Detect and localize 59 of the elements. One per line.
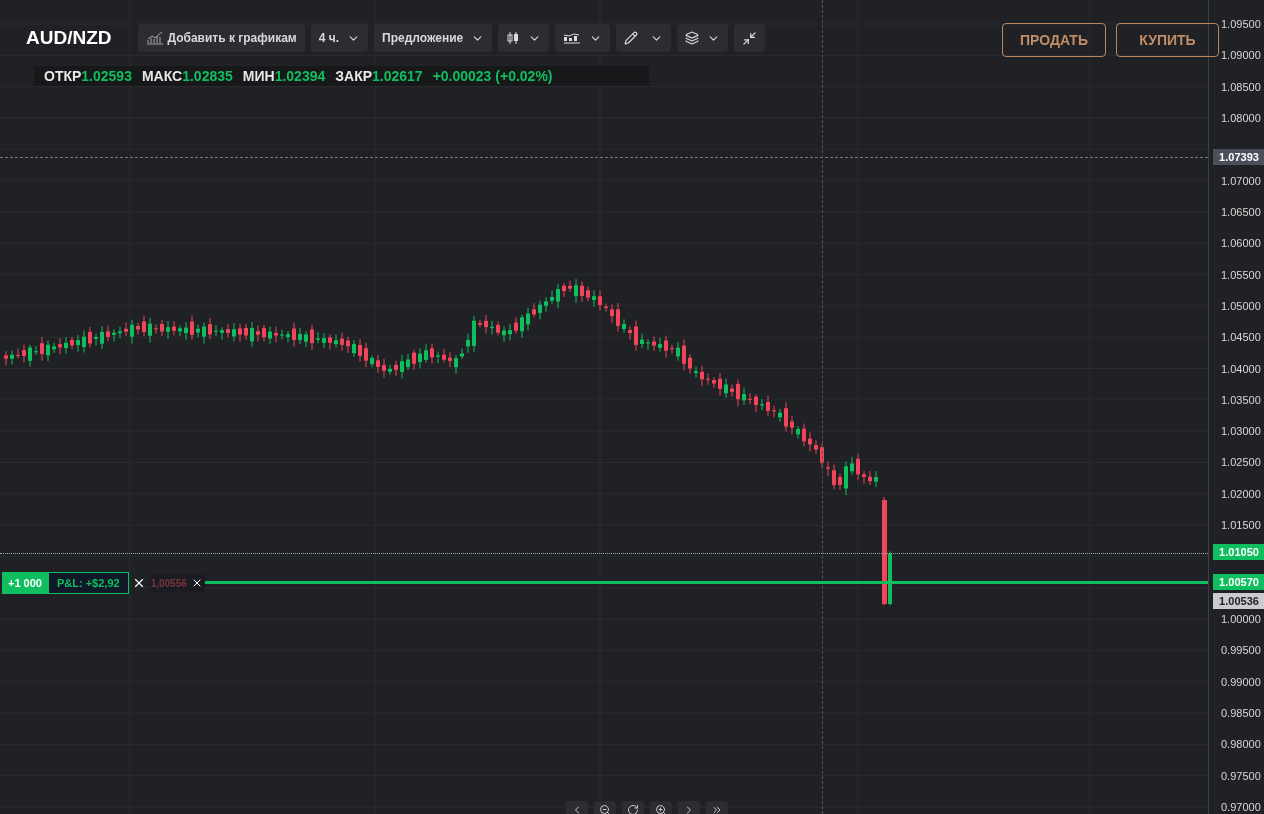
- price-label: 1.04500: [1221, 332, 1261, 344]
- price-label: 0.99000: [1221, 676, 1261, 688]
- price-label: 0.99500: [1221, 645, 1261, 657]
- ohlc-label: ОТКР: [44, 66, 82, 86]
- ohlc-label: ЗАКР: [335, 66, 372, 86]
- price-change: +0.00023 (+0.02%): [432, 66, 553, 86]
- price-label: 1.01500: [1221, 520, 1261, 532]
- position-pnl: P&L: +$2,92: [47, 572, 129, 594]
- price-label: 1.04000: [1221, 363, 1261, 375]
- timeframe-dropdown[interactable]: 4 ч.: [310, 24, 369, 53]
- price-label: 1.07000: [1221, 175, 1261, 187]
- reset-icon: [627, 804, 639, 814]
- price-label: 1.00000: [1221, 614, 1261, 626]
- zoom-in-icon: [655, 804, 667, 814]
- price-label: 1.09500: [1221, 19, 1261, 30]
- collapse-icon: [742, 30, 758, 46]
- chart-type-button[interactable]: [498, 24, 550, 53]
- order-price: 1,00556: [148, 574, 189, 592]
- ohlc-value: 1.02835: [182, 66, 233, 86]
- indicators-icon: [563, 32, 582, 45]
- price-tag: 1.00536: [1213, 593, 1264, 609]
- candles-icon: [506, 31, 521, 46]
- price-label: 1.05500: [1221, 269, 1261, 281]
- indicators-button[interactable]: [555, 24, 611, 53]
- price-label: 1.05000: [1221, 300, 1261, 312]
- drawing-tools-button[interactable]: [616, 24, 672, 53]
- price-label: 1.02500: [1221, 457, 1261, 469]
- ohlc-value: 1.02617: [372, 66, 423, 86]
- price-label: 1.06500: [1221, 206, 1261, 218]
- price-label: 1.02000: [1221, 488, 1261, 500]
- price-tag: 1.00570: [1213, 574, 1264, 590]
- price-type-dropdown[interactable]: Предложение: [374, 24, 493, 53]
- price-label: 0.97500: [1221, 770, 1261, 782]
- price-label: 0.98000: [1221, 739, 1261, 751]
- price-label: 0.97000: [1221, 802, 1261, 813]
- pencil-icon: [624, 31, 639, 46]
- price-tag: 1.01050: [1213, 544, 1264, 560]
- add-to-charts-button[interactable]: Добавить к графикам: [137, 24, 305, 53]
- layers-icon: [685, 31, 700, 46]
- zoom-out-icon: [599, 804, 611, 814]
- price-label: 1.08000: [1221, 112, 1261, 124]
- price-label: 1.03500: [1221, 394, 1261, 406]
- ohlc-value: 1.02394: [274, 66, 326, 86]
- ohlc-value: 1.02593: [81, 66, 132, 86]
- price-label: 1.03000: [1221, 426, 1261, 438]
- price-tag: 1.07393: [1213, 149, 1264, 165]
- skip-end-icon: [711, 804, 723, 814]
- sell-button[interactable]: ПРОДАТЬ: [1002, 23, 1106, 57]
- price-label: 1.06000: [1221, 238, 1261, 250]
- ohlc-label: МИН: [242, 66, 275, 86]
- symbol-title: AUD/NZD: [26, 26, 112, 50]
- collapse-button[interactable]: [734, 24, 766, 53]
- layers-button[interactable]: [677, 24, 729, 53]
- price-label: 0.98500: [1221, 708, 1261, 720]
- price-label: 1.09000: [1221, 50, 1261, 62]
- price-label: 1.08500: [1221, 81, 1261, 93]
- ohlc-label: МАКС: [141, 66, 183, 86]
- position-size: +1 000: [2, 572, 48, 594]
- chart-line-icon: [145, 31, 164, 46]
